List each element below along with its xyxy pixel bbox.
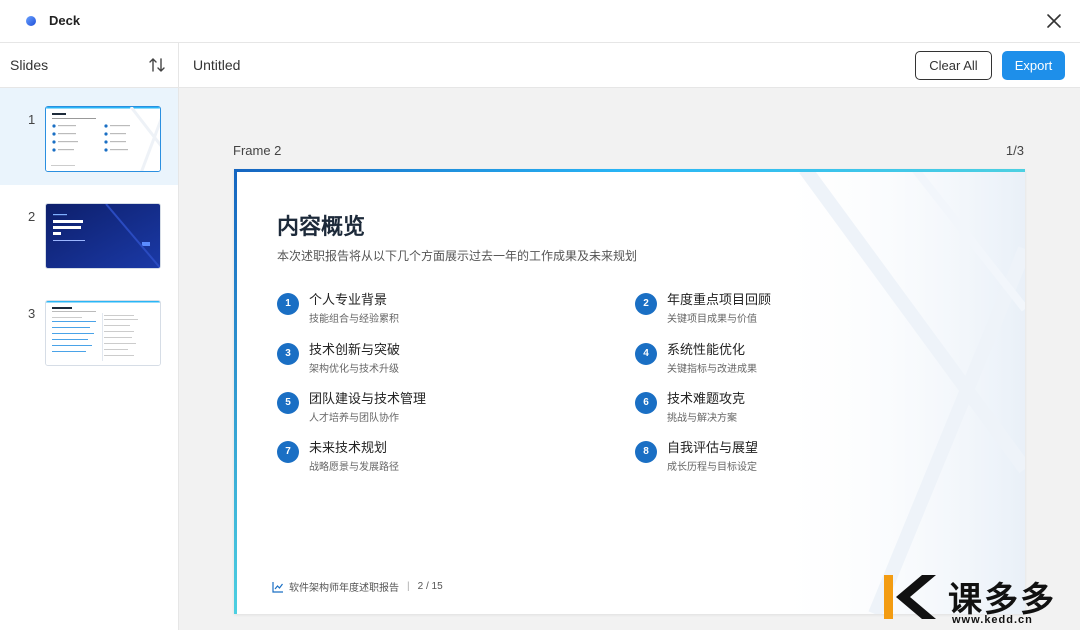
item-number-badge: 8 [635, 441, 657, 463]
item-title: 未来技术规划 [309, 440, 388, 455]
item-title: 个人专业背景 [309, 292, 388, 307]
agenda-item: 6 技术难题攻克 挑战与解决方案 [635, 388, 935, 428]
slide-heading: 内容概览 [277, 214, 366, 239]
item-number-badge: 6 [635, 392, 657, 414]
kedd-logo-icon [884, 575, 936, 619]
slide-accent-top [234, 169, 1025, 172]
item-title: 技术创新与突破 [309, 342, 401, 357]
sidebar-title: Slides [10, 57, 49, 73]
item-number-badge: 4 [635, 343, 657, 365]
item-number-badge: 1 [277, 293, 299, 315]
item-description: 技能组合与经验累积 [309, 314, 399, 325]
agenda-item: 4 系统性能优化 关键指标与改进成果 [635, 339, 935, 379]
slide-preview [45, 106, 161, 172]
chart-line-icon [272, 581, 283, 593]
item-title: 系统性能优化 [667, 342, 746, 357]
slide-number: 1 [28, 112, 36, 127]
item-title: 技术难题攻克 [667, 391, 746, 406]
export-button[interactable]: Export [1002, 51, 1065, 80]
footer-page-number: 2 / 15 [417, 581, 443, 592]
slide-preview [45, 300, 161, 366]
item-description: 关键指标与改进成果 [667, 364, 757, 375]
footer-divider: | [407, 581, 410, 592]
slide-number: 2 [28, 209, 36, 224]
slide-preview [45, 203, 161, 269]
clear-all-button[interactable]: Clear All [915, 51, 992, 80]
watermark-url: www.kedd.cn [952, 614, 1033, 626]
agenda-item: 5 团队建设与技术管理 人才培养与团队协作 [277, 388, 577, 428]
toolbar: Untitled Clear All Export [179, 43, 1080, 88]
agenda-item: 8 自我评估与展望 成长历程与目标设定 [635, 437, 935, 477]
slide-footer: 软件架构师年度述职报告 | 2 / 15 [272, 579, 443, 594]
item-description: 关键项目成果与价值 [667, 314, 757, 325]
item-number-badge: 5 [277, 392, 299, 414]
agenda-item: 7 未来技术规划 战略愿景与发展路径 [277, 437, 577, 477]
item-description: 成长历程与目标设定 [667, 462, 757, 473]
watermark: 课多多 www.kedd.cn [880, 570, 1080, 630]
item-number-badge: 3 [277, 343, 299, 365]
app-title: Deck [49, 13, 81, 28]
agenda-item: 1 个人专业背景 技能组合与经验累积 [277, 289, 577, 329]
slides-sidebar: Slides 1 2 3 [0, 43, 179, 630]
frame-label: Frame 2 [233, 143, 282, 158]
item-description: 战略愿景与发展路径 [309, 462, 399, 473]
document-title[interactable]: Untitled [193, 57, 240, 73]
item-title: 年度重点项目回顾 [667, 292, 772, 307]
sort-arrows-icon[interactable] [148, 56, 166, 74]
sidebar-header: Slides [0, 43, 178, 88]
item-title: 团队建设与技术管理 [309, 391, 427, 406]
close-icon[interactable] [1044, 11, 1064, 31]
footer-title: 软件架构师年度述职报告 [289, 583, 399, 594]
frame-counter: 1/3 [1005, 143, 1024, 158]
item-description: 架构优化与技术升级 [309, 364, 399, 375]
item-description: 人才培养与团队协作 [309, 413, 399, 424]
slide-subtitle: 本次述职报告将从以下几个方面展示过去一年的工作成果及未来规划 [277, 249, 638, 263]
title-bar: Deck [0, 0, 1080, 43]
slide-number: 3 [28, 306, 36, 321]
item-number-badge: 7 [277, 441, 299, 463]
item-description: 挑战与解决方案 [667, 413, 737, 424]
slide-thumbnail-2[interactable]: 2 [0, 185, 178, 282]
slide-accent-left [234, 169, 237, 614]
slide-thumbnail-3[interactable]: 3 [0, 282, 178, 379]
agenda-item: 3 技术创新与突破 架构优化与技术升级 [277, 339, 577, 379]
slide-thumbnail-1[interactable]: 1 [0, 88, 178, 185]
app-logo-icon [26, 16, 36, 26]
item-number-badge: 2 [635, 293, 657, 315]
canvas-area: Frame 2 1/3 内容概览 本次述职报告将从以下几个方面展示过去一年的工作… [179, 88, 1080, 630]
agenda-item: 2 年度重点项目回顾 关键项目成果与价值 [635, 289, 935, 329]
item-title: 自我评估与展望 [667, 440, 759, 455]
slide-frame[interactable]: 内容概览 本次述职报告将从以下几个方面展示过去一年的工作成果及未来规划 1 个人… [234, 169, 1025, 614]
